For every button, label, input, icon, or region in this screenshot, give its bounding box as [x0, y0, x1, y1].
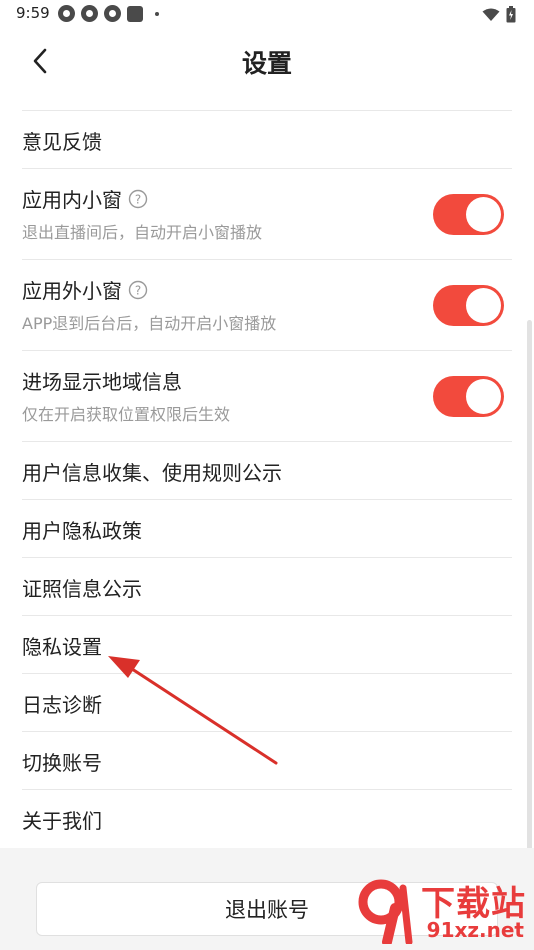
watermark-url: 91xz.net — [426, 918, 524, 942]
row-label-wrap: 进场显示地域信息 — [22, 366, 182, 395]
row-label: 日志诊断 — [22, 693, 102, 717]
app-notification-icon — [58, 5, 75, 22]
row-label: 切换账号 — [22, 751, 102, 775]
watermark-logo: 下载站 91xz.net — [355, 876, 530, 948]
battery-icon — [506, 6, 516, 23]
row-log-diagnosis[interactable]: 日志诊断 — [22, 673, 512, 731]
show-region-toggle[interactable] — [433, 376, 504, 417]
row-about-us[interactable]: 关于我们 — [22, 789, 512, 847]
watermark-emblem — [358, 879, 413, 944]
row-privacy-settings[interactable]: 隐私设置 — [22, 615, 512, 673]
help-icon[interactable]: ? — [128, 280, 148, 300]
settings-list: 意见反馈 应用内小窗 ? 退出直播间后，自动开启小窗播放 应用外小窗 ? APP… — [0, 110, 534, 847]
app-square-icon — [127, 5, 143, 22]
row-label-wrap: 应用外小窗 ? — [22, 275, 148, 304]
row-label: 意见反馈 — [22, 130, 102, 154]
row-description: 仅在开启获取位置权限后生效 — [22, 405, 231, 424]
status-bar: 9:59 — [0, 0, 534, 28]
page-title: 设置 — [241, 49, 292, 78]
row-feedback[interactable]: 意见反馈 — [22, 110, 512, 168]
status-icons-left — [58, 5, 159, 22]
status-time: 9:59 — [16, 4, 50, 22]
app-notification-icon — [81, 5, 98, 22]
row-label-wrap: 应用内小窗 ? — [22, 184, 148, 213]
svg-text:?: ? — [135, 192, 141, 206]
row-show-region: 进场显示地域信息 仅在开启获取位置权限后生效 — [22, 350, 512, 441]
in-app-window-toggle[interactable] — [433, 194, 504, 235]
row-label: 应用外小窗 — [22, 279, 122, 303]
row-description: APP退到后台后，自动开启小窗播放 — [22, 314, 277, 333]
status-icons-right — [482, 6, 516, 23]
svg-text:?: ? — [135, 283, 141, 297]
row-switch-account[interactable]: 切换账号 — [22, 731, 512, 789]
row-label: 用户信息收集、使用规则公示 — [22, 461, 282, 485]
nav-bar: 设置 — [0, 28, 534, 94]
row-label: 证照信息公示 — [22, 577, 142, 601]
row-description: 退出直播间后，自动开启小窗播放 — [22, 223, 263, 242]
row-privacy-policy[interactable]: 用户隐私政策 — [22, 499, 512, 557]
wifi-icon — [482, 8, 500, 21]
help-icon[interactable]: ? — [128, 189, 148, 209]
row-out-app-window: 应用外小窗 ? APP退到后台后，自动开启小窗播放 — [22, 259, 512, 350]
row-in-app-window: 应用内小窗 ? 退出直播间后，自动开启小窗播放 — [22, 168, 512, 259]
toggle-knob — [466, 197, 501, 232]
row-label: 应用内小窗 — [22, 188, 122, 212]
row-info-collection[interactable]: 用户信息收集、使用规则公示 — [22, 441, 512, 499]
row-label: 进场显示地域信息 — [22, 370, 182, 394]
row-label: 用户隐私政策 — [22, 519, 142, 543]
toggle-knob — [466, 379, 501, 414]
toggle-knob — [466, 288, 501, 323]
dot-icon — [155, 11, 159, 16]
scrollbar[interactable] — [527, 320, 532, 860]
app-notification-icon — [104, 5, 121, 22]
row-label: 隐私设置 — [22, 635, 102, 659]
out-app-window-toggle[interactable] — [433, 285, 504, 326]
row-license-info[interactable]: 证照信息公示 — [22, 557, 512, 615]
row-label: 关于我们 — [22, 809, 102, 833]
